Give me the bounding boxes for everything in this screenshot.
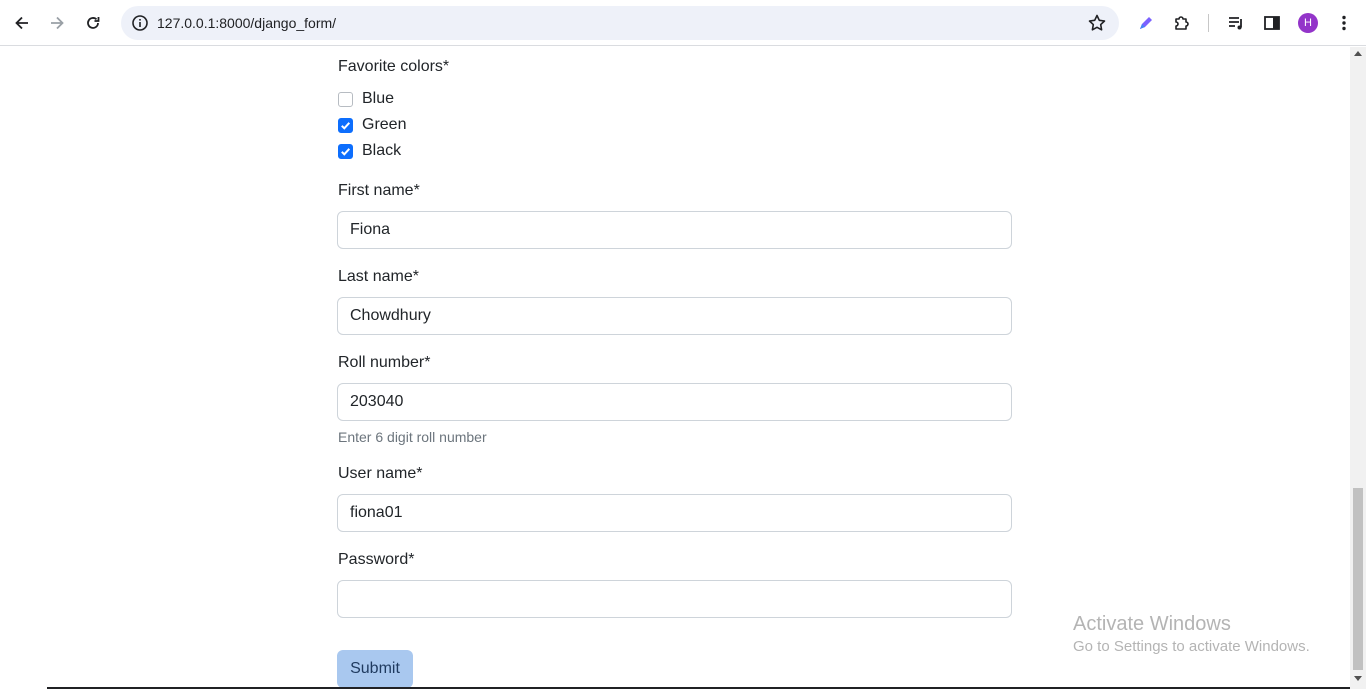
submit-button[interactable]: Submit [337,650,413,688]
checkbox-blue-label[interactable]: Blue [362,90,394,108]
checkbox-black-label[interactable]: Black [362,142,401,160]
toolbar-separator [1208,14,1209,32]
watermark-subtitle: Go to Settings to activate Windows. [1073,638,1310,655]
back-arrow-icon [15,16,28,30]
favorite-colors-label: Favorite colors* [338,58,450,75]
checkmark-icon [341,121,351,130]
forward-arrow-icon [51,16,64,30]
pen-extension-icon[interactable] [1135,12,1157,34]
checkbox-blue-box[interactable] [338,91,353,107]
url-text[interactable]: 127.0.0.1:8000/django_form/ [157,6,336,40]
windows-activation-watermark: Activate Windows Go to Settings to activ… [1073,612,1310,658]
checkbox-green[interactable]: Green [338,115,406,135]
reload-icon [87,17,100,29]
first-name-label: First name* [338,182,420,199]
checkbox-blue[interactable]: Blue [338,89,394,109]
extensions-puzzle-icon[interactable] [1171,12,1193,34]
password-field[interactable] [337,580,1012,618]
last-name-field[interactable]: Chowdhury [337,297,1012,335]
checkbox-green-label[interactable]: Green [362,116,406,134]
site-info-icon[interactable] [129,12,151,34]
address-bar[interactable]: 127.0.0.1:8000/django_form/ [121,6,1119,40]
first-name-field[interactable]: Fiona [337,211,1012,249]
roll-number-label: Roll number* [338,354,431,371]
checkbox-black[interactable]: Black [338,141,401,161]
page-scrollbar[interactable] [1350,47,1366,689]
user-name-label: User name* [338,465,423,482]
page-content: Favorite colors* Blue Green Black First … [0,47,1350,689]
roll-number-help-text: Enter 6 digit roll number [338,429,487,445]
password-label: Password* [338,551,415,568]
checkbox-black-box[interactable] [338,143,353,159]
scroll-down-arrow-icon[interactable] [1354,676,1362,681]
roll-number-field[interactable]: 203040 [337,383,1012,421]
last-name-label: Last name* [338,268,419,285]
media-queue-icon[interactable] [1225,12,1247,34]
profile-avatar[interactable]: H [1298,13,1318,33]
watermark-title: Activate Windows [1073,613,1231,635]
bookmark-star-icon[interactable] [1087,13,1107,33]
checkbox-green-box[interactable] [338,117,353,133]
checkmark-icon [341,147,351,156]
back-button[interactable] [6,7,38,39]
reload-button[interactable] [77,7,109,39]
side-panel-icon[interactable] [1261,12,1283,34]
user-name-field[interactable]: fiona01 [337,494,1012,532]
forward-button[interactable] [41,7,73,39]
kebab-menu-icon[interactable] [1333,12,1355,34]
browser-toolbar: 127.0.0.1:8000/django_form/ H [0,0,1366,46]
scroll-thumb[interactable] [1353,488,1363,670]
scroll-up-arrow-icon[interactable] [1354,51,1362,56]
